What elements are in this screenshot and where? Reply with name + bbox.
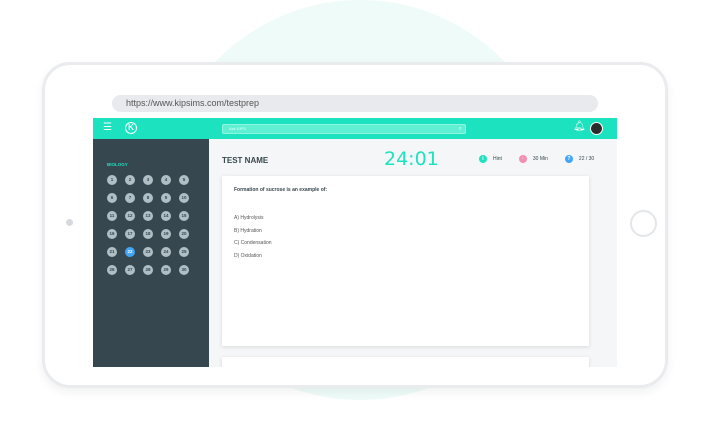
search-icon[interactable]: ⌕ — [459, 125, 462, 133]
hint-button[interactable]: Hint — [493, 156, 502, 162]
question-number-button[interactable]: 6 — [107, 193, 117, 203]
question-text: Formation of sucrose is an example of: — [234, 187, 328, 193]
question-number-button[interactable]: 20 — [179, 229, 189, 239]
search-placeholder: Ask KIPS — [229, 126, 246, 131]
subject-label: BIOLOGY — [107, 162, 128, 167]
question-number-button[interactable]: 30 — [179, 265, 189, 275]
main-panel: TEST NAME 24:01 i Hint · 30 Min ? 22 / 3… — [209, 139, 617, 367]
question-number-button[interactable]: 29 — [161, 265, 171, 275]
question-number-button[interactable]: 14 — [161, 211, 171, 221]
menu-icon[interactable]: ☰ — [103, 123, 112, 133]
avatar[interactable] — [590, 122, 603, 135]
stage: https://www.kipsims.com/testprep ☰ K Ask… — [0, 0, 710, 422]
question-number-button[interactable]: 10 — [179, 193, 189, 203]
question-number-button[interactable]: 12 — [125, 211, 135, 221]
question-number-button[interactable]: 24 — [161, 247, 171, 257]
progress-icon: ? — [564, 155, 573, 163]
question-number-button[interactable]: 25 — [179, 247, 189, 257]
next-card — [222, 357, 589, 367]
option-b[interactable]: B) Hydration — [234, 225, 272, 238]
screen: https://www.kipsims.com/testprep ☰ K Ask… — [93, 85, 617, 367]
question-number-button[interactable]: 28 — [143, 265, 153, 275]
question-number-button[interactable]: 16 — [107, 229, 117, 239]
sidebar: BIOLOGY 1 2 3 4 5 6 7 8 9 10 11 12 13 14 15 16 17 18 19 20 2… — [93, 139, 209, 367]
question-number-button[interactable]: 7 — [125, 193, 135, 203]
question-number-button[interactable]: 26 — [107, 265, 117, 275]
question-number-button[interactable]: 15 — [179, 211, 189, 221]
question-number-button[interactable]: 18 — [143, 229, 153, 239]
bell-icon[interactable]: 🔔︎ — [573, 121, 586, 132]
question-card: Formation of sucrose is an example of: A… — [222, 176, 589, 346]
timer: 24:01 — [384, 148, 439, 170]
question-number-button[interactable]: 27 — [125, 265, 135, 275]
options-list: A) Hydrolysis B) Hydration C) Condensati… — [234, 212, 272, 262]
question-number-button[interactable]: 22 — [125, 247, 135, 257]
info-icon[interactable]: i — [479, 155, 487, 163]
question-number-button[interactable]: 1 — [107, 175, 117, 185]
question-number-button[interactable]: 2 — [125, 175, 135, 185]
question-progress: 22 / 30 — [578, 156, 595, 162]
question-number-button[interactable]: 11 — [107, 211, 117, 221]
question-number-button[interactable]: 4 — [161, 175, 171, 185]
question-number-button[interactable]: 19 — [161, 229, 171, 239]
question-number-button[interactable]: 9 — [161, 193, 171, 203]
question-grid: 1 2 3 4 5 6 7 8 9 10 11 12 13 14 15 16 17 18 19 20 21 22 23 24 2… — [107, 175, 197, 275]
question-number-button[interactable]: 21 — [107, 247, 117, 257]
question-number-button[interactable]: 3 — [143, 175, 153, 185]
search-input[interactable]: Ask KIPS ⌕ — [222, 124, 466, 134]
time-limit: 30 Min — [532, 156, 548, 162]
question-number-button[interactable]: 5 — [179, 175, 189, 185]
home-button[interactable] — [630, 210, 657, 237]
top-bar: ☰ K Ask KIPS ⌕ 🔔︎ — [93, 118, 617, 139]
tablet-frame: https://www.kipsims.com/testprep ☰ K Ask… — [42, 62, 668, 388]
camera-dot — [66, 219, 73, 226]
option-d[interactable]: D) Oxidation — [234, 250, 272, 263]
option-c[interactable]: C) Condensation — [234, 237, 272, 250]
test-meta: i Hint · 30 Min ? 22 / 30 — [479, 155, 611, 163]
question-number-button[interactable]: 8 — [143, 193, 153, 203]
page-title: TEST NAME — [222, 156, 269, 165]
clock-icon: · — [518, 155, 527, 163]
question-number-button[interactable]: 23 — [143, 247, 153, 257]
question-number-button[interactable]: 13 — [143, 211, 153, 221]
option-a[interactable]: A) Hydrolysis — [234, 212, 272, 225]
url-bar[interactable]: https://www.kipsims.com/testprep — [112, 95, 598, 112]
kips-logo-icon[interactable]: K — [125, 122, 137, 134]
question-number-button[interactable]: 17 — [125, 229, 135, 239]
